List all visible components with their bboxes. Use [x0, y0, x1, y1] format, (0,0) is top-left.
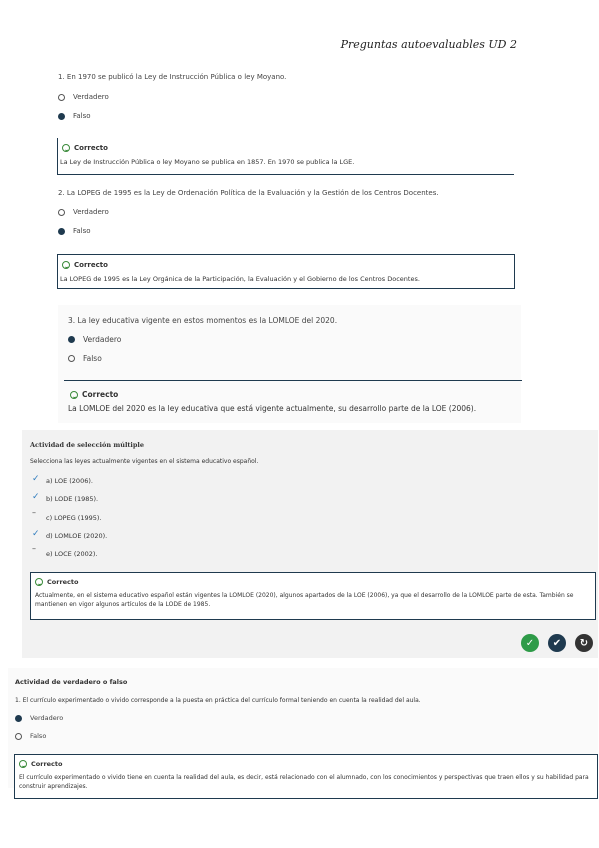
q1-option-true[interactable]: Verdadero [58, 93, 109, 101]
question-1-text: 1. En 1970 se publicó la Ley de Instrucc… [58, 73, 287, 81]
smile-icon [62, 261, 70, 269]
q2-feedback-box [57, 254, 515, 289]
q2-option-true[interactable]: Verdadero [58, 208, 109, 216]
feedback-border [57, 138, 58, 174]
multi-option-e[interactable]: e) LOCE (2002). [46, 550, 98, 558]
smile-icon [35, 578, 43, 586]
option-label: Falso [83, 354, 102, 363]
show-solution-button[interactable]: ✔ [548, 634, 566, 652]
tf-option-true[interactable]: Verdadero [15, 714, 63, 722]
feedback-border [64, 380, 522, 381]
check-icon: ✓ [32, 492, 40, 502]
q2-option-false[interactable]: Falso [58, 227, 91, 235]
q3-feedback-text: La LOMLOE del 2020 es la ley educativa q… [68, 404, 477, 413]
smile-icon [19, 760, 27, 768]
multi-feedback-text: Actualmente, en el sistema educativo esp… [35, 592, 574, 608]
multi-feedback-title: Correcto [35, 578, 78, 586]
radio-empty-icon [15, 732, 22, 740]
multi-option-b[interactable]: b) LODE (1985). [46, 495, 98, 503]
tf-question: 1. El currículo experimentado o vivido c… [15, 697, 421, 704]
page-title: Preguntas autoevaluables UD 2 [340, 38, 517, 51]
q1-feedback-title: Correcto [62, 144, 108, 152]
check-button[interactable]: ✓ [521, 634, 539, 652]
multi-instruction: Selecciona las leyes actualmente vigente… [30, 458, 259, 465]
option-label: Verdadero [73, 93, 109, 101]
question-2-text: 2. La LOPEG de 1995 es la Ley de Ordenac… [58, 189, 439, 197]
check-icon: ✓ [32, 529, 40, 539]
option-label: Falso [73, 112, 91, 120]
q1-option-false[interactable]: Falso [58, 112, 91, 120]
option-label: Verdadero [73, 208, 109, 216]
retry-icon: ↻ [579, 637, 589, 649]
multi-option-c[interactable]: c) LOPEG (1995). [46, 514, 102, 522]
double-check-icon: ✔ [552, 637, 562, 649]
q2-feedback-title: Correcto [62, 261, 108, 269]
q3-option-false[interactable]: Falso [68, 354, 102, 363]
retry-button[interactable]: ↻ [575, 634, 593, 652]
q3-option-true[interactable]: Verdadero [68, 335, 121, 344]
radio-empty-icon [58, 208, 65, 216]
feedback-title-text: Correcto [31, 760, 63, 768]
radio-selected-icon [68, 336, 75, 343]
radio-selected-icon [58, 112, 65, 120]
smile-icon [62, 144, 70, 152]
radio-empty-icon [68, 355, 75, 362]
radio-selected-icon [58, 227, 65, 235]
feedback-border [57, 174, 514, 175]
tf-option-false[interactable]: Falso [15, 732, 46, 740]
tf-feedback-title: Correcto [19, 760, 62, 768]
radio-selected-icon [15, 714, 22, 722]
option-label: Falso [73, 227, 91, 235]
option-label: Verdadero [30, 714, 64, 722]
feedback-title-text: Correcto [47, 578, 79, 586]
multi-option-d[interactable]: d) LOMLOE (2020). [46, 532, 107, 540]
option-label: Falso [30, 732, 47, 740]
question-3-text: 3. La ley educativa vigente en estos mom… [68, 316, 338, 325]
tf-feedback-text: El currículo experimentado o vivido tien… [19, 774, 589, 790]
dash-icon: – [32, 544, 36, 553]
q3-feedback-title: Correcto [70, 390, 118, 399]
multi-heading: Actividad de selección múltiple [30, 441, 145, 449]
feedback-title-text: Correcto [74, 144, 108, 152]
multi-option-a[interactable]: a) LOE (2006). [46, 477, 93, 485]
option-label: Verdadero [83, 335, 122, 344]
tf-heading: Actividad de verdadero o falso [15, 678, 128, 686]
check-icon: ✓ [525, 637, 535, 649]
feedback-title-text: Correcto [82, 390, 119, 399]
q2-feedback-text: La LOPEG de 1995 es la Ley Orgánica de l… [60, 275, 420, 283]
dash-icon: – [32, 508, 36, 517]
q1-feedback-text: La Ley de Instrucción Pública o ley Moya… [60, 158, 355, 166]
smile-icon [70, 390, 78, 399]
check-icon: ✓ [32, 474, 40, 484]
radio-empty-icon [58, 93, 65, 101]
feedback-title-text: Correcto [74, 261, 108, 269]
